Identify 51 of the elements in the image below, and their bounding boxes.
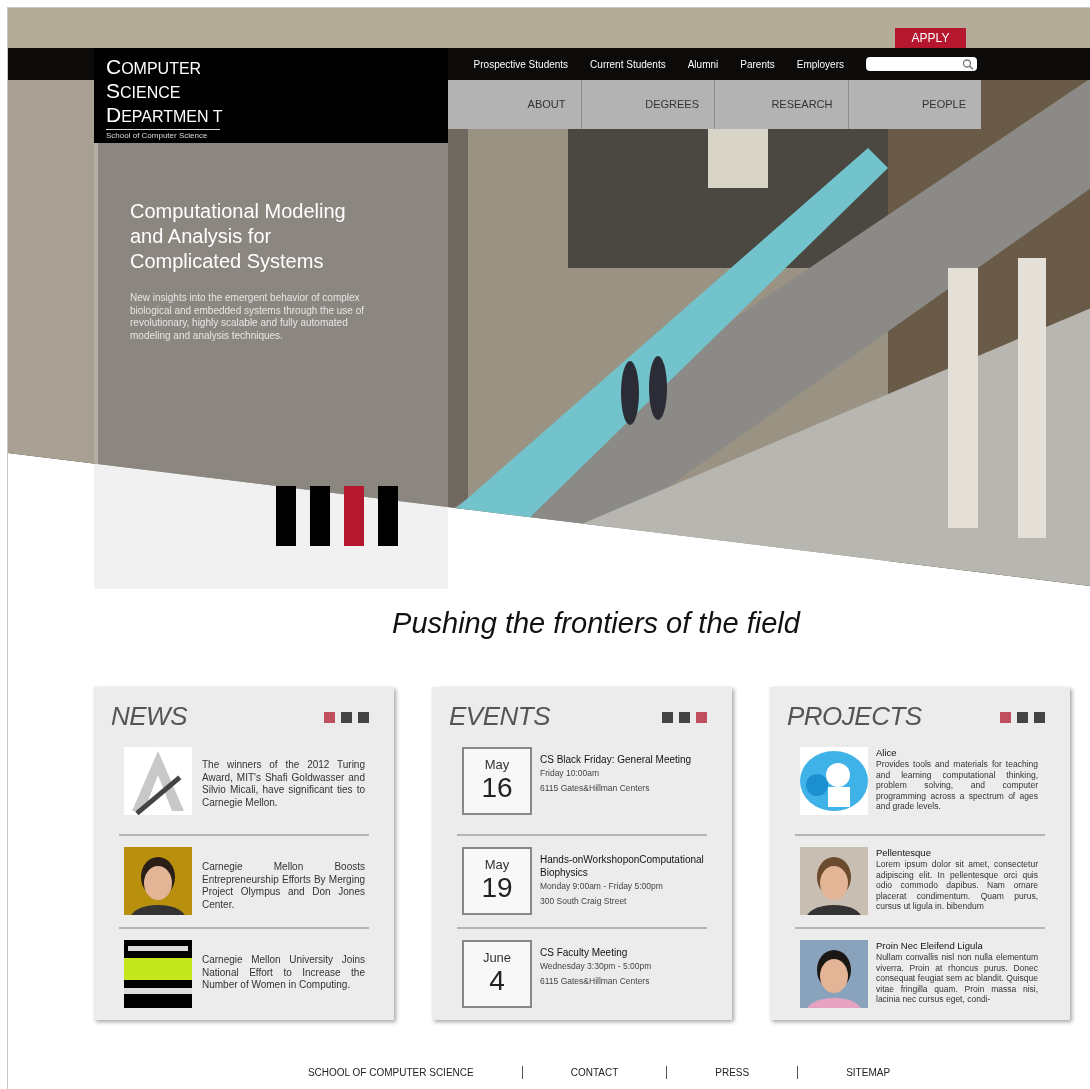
event-time: Friday 10:00am <box>540 767 601 780</box>
menu-tab[interactable]: DEGREES <box>581 80 715 129</box>
section-title: NEWS <box>111 700 187 732</box>
news-text: Carnegie Mellon University Joins National Effort to Increase the Number of Women in Computing. <box>202 954 365 992</box>
logo-text: COMPUTER <box>106 56 203 80</box>
news-text: The winners of the 2012 Turing Award, MIT's Shafi Goldwasser and Silvio Micali, have significant ties to Carnegie Mellon. <box>202 759 365 809</box>
event-time: Monday 9:00am - Friday 5:00pm <box>540 880 664 893</box>
logo-text: SCIENCE <box>106 80 182 104</box>
footer-link[interactable]: SCHOOL OF COMPUTER SCIENCE <box>307 1065 474 1080</box>
event-month: May <box>484 757 510 772</box>
event-title: CS Black Friday: General Meeting <box>540 753 693 766</box>
event-place: 300 South Craig Street <box>540 895 628 908</box>
apply-button[interactable]: APPLY <box>895 28 966 48</box>
footer-link[interactable]: CONTACT <box>570 1065 619 1080</box>
menu-tab[interactable]: PEOPLE <box>848 80 981 129</box>
nav-link[interactable]: Prospective Students <box>473 56 569 72</box>
project-text: Provides tools and materials for teaching and learning computational thinking, problem solving, and computer programming across a spectrum of ages and grade levels. <box>876 759 1038 812</box>
menu-tab[interactable]: ABOUT <box>448 80 582 129</box>
event-title: Hands-onWorkshoponComputational Biophysics <box>540 853 705 879</box>
event-place: 6115 Gates&Hillman Centers <box>540 782 651 795</box>
footer-link[interactable]: PRESS <box>715 1065 750 1080</box>
tagline: Pushing the frontiers of the field <box>392 606 800 641</box>
project-title: Alice <box>876 747 898 759</box>
logo-subtitle: School of Computer Science <box>106 130 209 141</box>
event-place: 6115 Gates&Hillman Centers <box>540 975 651 988</box>
nav-link[interactable]: Alumni <box>687 56 719 72</box>
event-day: 16 <box>481 772 513 804</box>
project-title: Pellentesque <box>876 847 932 859</box>
event-day: 4 <box>489 965 505 997</box>
search-field[interactable] <box>866 57 977 71</box>
nav-link[interactable]: Employers <box>796 56 844 72</box>
news-text: Carnegie Mellon Boosts Entrepreneurship Efforts By Merging Project Olympus and Don Jones Center. <box>202 861 365 911</box>
section-title: EVENTS <box>449 700 551 732</box>
hero-title: Computational Modeling and Analysis for Complicated Systems <box>130 199 347 274</box>
event-month: May <box>484 857 510 872</box>
search-icon <box>962 58 974 70</box>
logo-text: DEPARTMEN T <box>106 104 224 128</box>
nav-link[interactable]: Current Students <box>590 56 666 72</box>
hero-description: New insights into the emergent behavior of complex biological and embedded systems through the use of revolutionary, highly scalable and fully automated modeling and analysis techniques. <box>130 292 366 342</box>
nav-link[interactable]: Parents <box>740 56 775 72</box>
event-time: Wednesday 3:30pm - 5:00pm <box>540 960 653 973</box>
bars-icon <box>276 486 398 546</box>
project-text: Nullam convallis nisl non nulla elementum viverra. Proin at rhoncus purus. Donec consequat feugiat sem ac blandit. Quisque vitae fringilla quam. Proin massa nisi, lacinia nec cursus eget, condi- <box>876 952 1038 1005</box>
event-month: June <box>482 950 512 965</box>
menu-tab[interactable]: RESEARCH <box>715 80 849 129</box>
event-title: CS Faculty Meeting <box>540 946 629 959</box>
event-day: 19 <box>481 872 513 904</box>
section-title: PROJECTS <box>787 700 922 732</box>
footer-link[interactable]: SITEMAP <box>846 1065 891 1080</box>
project-title: Proin Nec Eleifend Ligula <box>876 940 984 952</box>
project-text: Lorem ipsum dolor sit amet, consectetur adipiscing elit. In pellentesque orci quis odio commodo dapibus. Nam ornare placerat condimentum. Quam purus, cursus ut ligula in. bibendum <box>876 859 1038 912</box>
